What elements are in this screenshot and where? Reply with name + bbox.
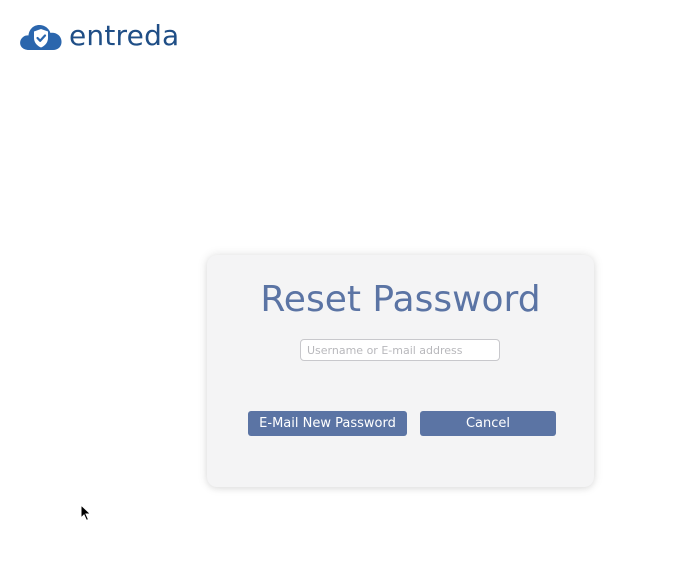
cancel-button[interactable]: Cancel <box>420 411 556 436</box>
username-or-email-input[interactable] <box>300 339 500 361</box>
brand-name: entreda <box>69 19 180 52</box>
mouse-pointer-icon <box>80 504 92 522</box>
page-title: Reset Password <box>260 279 541 320</box>
page: entreda Reset Password E-Mail New Passwo… <box>0 0 676 583</box>
email-new-password-button[interactable]: E-Mail New Password <box>248 411 407 436</box>
brand-logo: entreda <box>19 18 179 54</box>
cloud-shield-icon <box>20 24 62 50</box>
reset-password-card: Reset Password E-Mail New Password Cance… <box>207 255 594 487</box>
